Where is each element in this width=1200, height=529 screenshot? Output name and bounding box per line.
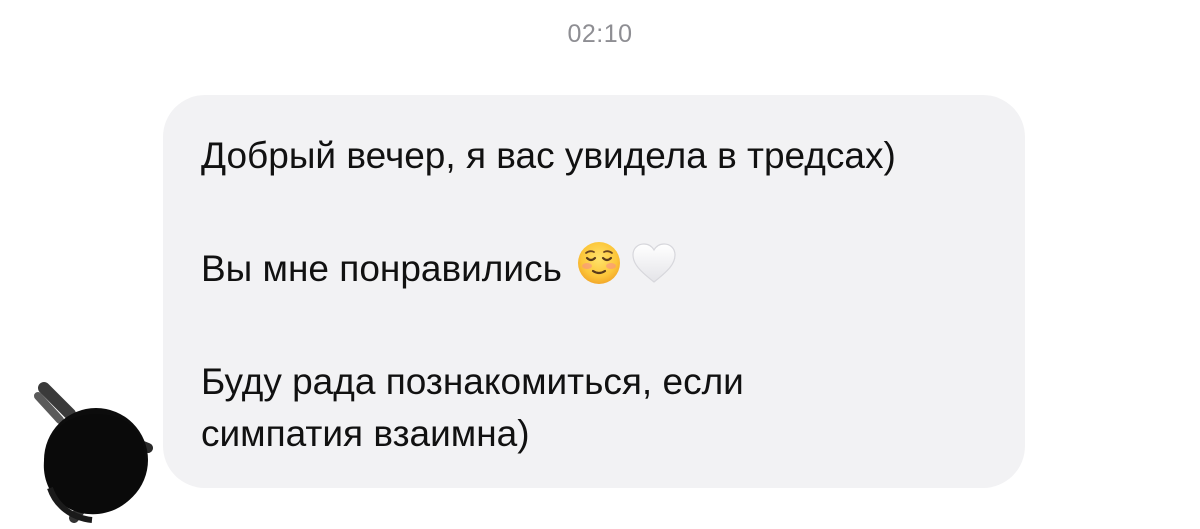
message-timestamp: 02:10 [567,20,633,48]
message-text-line-with-emoji: Вы мне понравились [201,240,678,298]
white-heart-icon [630,241,678,297]
avatar[interactable] [30,378,155,523]
message-text: Вы мне понравились [201,248,562,289]
message-text-line: симпатия взаимна) [201,413,530,454]
relieved-face-icon [576,240,622,298]
redacted-avatar-scribble [34,382,153,523]
message-bubble[interactable]: Добрый вечер, я вас увидела в тредсах) В… [163,95,1025,488]
message-text-line: Добрый вечер, я вас увидела в тредсах) [201,135,896,176]
message-text-line: Буду рада познакомиться, если [201,361,744,402]
